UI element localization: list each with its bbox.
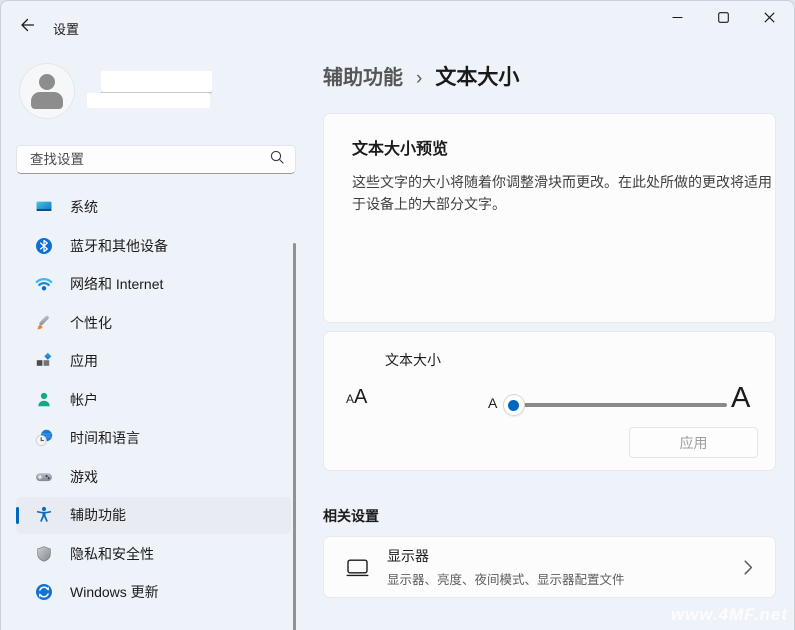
network-icon [35, 275, 53, 293]
close-button[interactable] [746, 1, 792, 37]
sidebar-item-apps[interactable]: 应用 [16, 343, 291, 380]
avatar-head [39, 74, 55, 90]
display-icon [346, 557, 369, 578]
user-avatar[interactable] [19, 63, 75, 119]
text-size-slider[interactable] [505, 393, 727, 417]
search-icon [269, 149, 285, 170]
slider-track[interactable] [505, 403, 727, 407]
back-button[interactable] [13, 14, 41, 40]
sidebar-item-label: 蓝牙和其他设备 [70, 236, 168, 256]
sidebar-nav: 系统 蓝牙和其他设备 网络和 Internet 个性化 [1, 187, 301, 612]
display-settings-item[interactable]: 显示器 显示器、亮度、夜间模式、显示器配置文件 [323, 536, 776, 598]
sidebar-item-label: Windows 更新 [70, 582, 159, 602]
close-icon [764, 10, 775, 28]
sidebar-item-bluetooth[interactable]: 蓝牙和其他设备 [16, 227, 291, 264]
breadcrumb: 辅助功能 › 文本大小 [323, 61, 519, 91]
sidebar-item-label: 系统 [70, 197, 98, 217]
personalization-icon [35, 314, 53, 332]
settings-window: 设置 [0, 0, 795, 630]
redacted-user-name [101, 71, 212, 92]
sidebar-item-label: 游戏 [70, 467, 98, 487]
display-item-title: 显示器 [387, 546, 744, 566]
system-icon [35, 198, 53, 216]
app-title: 设置 [53, 19, 79, 38]
sidebar-item-label: 帐户 [70, 390, 98, 410]
gaming-icon [35, 468, 53, 486]
textsize-slider-thumb[interactable] [504, 395, 524, 415]
slider-min-label: A [488, 395, 497, 411]
sidebar-item-label: 个性化 [70, 313, 112, 333]
back-arrow-icon [19, 17, 35, 38]
sidebar-item-system[interactable]: 系统 [16, 189, 291, 226]
time-language-icon [35, 429, 53, 447]
titlebar: 设置 [1, 1, 794, 51]
avatar-body [31, 92, 63, 109]
text-size-icon: AA [346, 386, 367, 409]
sidebar-item-windows-update[interactable]: Windows 更新 [16, 574, 291, 611]
watermark: www.4MF.net [671, 605, 788, 625]
display-item-subtitle: 显示器、亮度、夜间模式、显示器配置文件 [387, 569, 744, 588]
text-size-label: 文本大小 [385, 350, 441, 370]
breadcrumb-separator-icon: › [416, 68, 422, 90]
search-input[interactable] [30, 152, 269, 167]
text-size-icon-small-a: A [346, 392, 354, 406]
apply-button[interactable]: 应用 [629, 427, 758, 458]
sidebar-item-personalization[interactable]: 个性化 [16, 304, 291, 341]
preview-card-description: 这些文字的大小将随着你调整滑块而更改。在此处所做的更改将适用于设备上的大部分文字… [352, 171, 776, 216]
window-controls [654, 1, 792, 37]
sidebar-item-label: 隐私和安全性 [70, 544, 154, 564]
bluetooth-icon [35, 237, 53, 255]
sidebar-scrollbar[interactable] [293, 243, 296, 630]
sidebar-item-accounts[interactable]: 帐户 [16, 381, 291, 418]
slider-max-label: A [731, 384, 750, 413]
privacy-icon [35, 545, 53, 563]
text-size-preview-card: 文本大小预览 这些文字的大小将随着你调整滑块而更改。在此处所做的更改将适用于设备… [323, 113, 776, 323]
related-settings-header: 相关设置 [323, 506, 379, 526]
sidebar-item-label: 应用 [70, 351, 98, 371]
redacted-user-email [87, 93, 210, 108]
sidebar-item-privacy[interactable]: 隐私和安全性 [16, 535, 291, 572]
sidebar-item-label: 辅助功能 [70, 505, 126, 525]
apps-icon [35, 352, 53, 370]
page-title: 文本大小 [435, 61, 519, 91]
accessibility-icon [35, 506, 53, 524]
text-size-card: 文本大小 AA A A 应用 [323, 331, 776, 471]
maximize-button[interactable] [700, 1, 746, 37]
sidebar-item-label: 网络和 Internet [70, 274, 163, 294]
sidebar-item-gaming[interactable]: 游戏 [16, 458, 291, 495]
display-item-text: 显示器 显示器、亮度、夜间模式、显示器配置文件 [387, 546, 744, 588]
minimize-button[interactable] [654, 1, 700, 37]
text-size-icon-large-a: A [354, 386, 367, 409]
sidebar: 系统 蓝牙和其他设备 网络和 Internet 个性化 [1, 51, 301, 630]
maximize-icon [718, 10, 729, 28]
sidebar-item-label: 时间和语言 [70, 428, 140, 448]
minimize-icon [672, 10, 683, 28]
sidebar-item-accessibility[interactable]: 辅助功能 [16, 497, 291, 534]
sidebar-item-network[interactable]: 网络和 Internet [16, 266, 291, 303]
breadcrumb-parent[interactable]: 辅助功能 [323, 61, 403, 90]
chevron-right-icon [744, 560, 753, 575]
search-box[interactable] [16, 145, 296, 174]
preview-card-title: 文本大小预览 [352, 135, 747, 159]
windows-update-icon [35, 583, 53, 601]
accounts-icon [35, 391, 53, 409]
sidebar-item-time-language[interactable]: 时间和语言 [16, 420, 291, 457]
